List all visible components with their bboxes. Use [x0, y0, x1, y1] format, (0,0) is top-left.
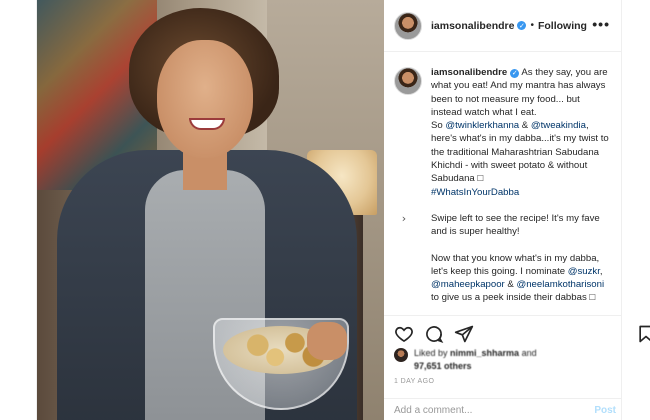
mention-link[interactable]: @neelamkotharisoni — [516, 279, 604, 290]
header-username[interactable]: iamsonalibendre — [431, 20, 514, 32]
caption-text-segment: & — [519, 120, 531, 132]
caption-text-segment: & — [504, 279, 517, 291]
mention-link[interactable]: @tweakindia — [531, 120, 586, 131]
likes-text: Liked by nimmi_shharma and 97,651 others — [414, 347, 537, 372]
post-date[interactable]: 1 DAY AGO — [394, 378, 434, 385]
caption-text: iamsonalibendre ✓ As they say, you are wh… — [431, 66, 612, 305]
mention-link[interactable]: @suzkr — [568, 266, 600, 277]
liker-avatar[interactable] — [394, 348, 408, 362]
comment-icon[interactable] — [424, 324, 444, 344]
share-icon[interactable] — [454, 324, 474, 344]
likes-prefix: Liked by — [414, 348, 451, 358]
hand — [307, 322, 347, 360]
following-button[interactable]: Following — [538, 20, 587, 32]
post-photo[interactable] — [37, 0, 384, 420]
avatar[interactable] — [394, 11, 422, 40]
verified-badge-icon: ✓ — [517, 21, 527, 30]
caption-text-segment: So — [431, 120, 446, 132]
hashtag-link[interactable]: #WhatsInYourDabba — [431, 187, 519, 198]
bookmark-icon[interactable] — [636, 324, 650, 344]
caption-row: iamsonalibendre ✓ As they say, you are wh… — [394, 66, 612, 305]
post-header: iamsonalibendre ✓ • Following ••• — [384, 0, 622, 52]
separator-dot: • — [530, 20, 534, 31]
post-comment-button[interactable]: Post — [594, 405, 616, 416]
mention-link[interactable]: @twinklerkhanna — [445, 120, 519, 131]
instagram-post: › iamsonalibendre ✓ • Following ••• iams… — [36, 0, 650, 420]
mention-link[interactable]: @maheepkapoor — [431, 279, 505, 290]
verified-badge-icon: ✓ — [510, 69, 520, 79]
face — [157, 40, 253, 158]
caption-username[interactable]: iamsonalibendre — [431, 67, 507, 78]
caption-text-segment: , — [599, 265, 603, 277]
more-options-icon[interactable]: ••• — [592, 16, 610, 32]
header-user-info: iamsonalibendre ✓ • Following — [431, 20, 587, 32]
likes-middle: and — [519, 348, 537, 358]
comment-box: Post — [384, 398, 622, 420]
post-side-panel: iamsonalibendre ✓ • Following ••• iamson… — [384, 0, 650, 420]
caption-avatar[interactable] — [394, 67, 422, 95]
liker-username[interactable]: nimmi_shharma — [450, 348, 519, 358]
comment-input[interactable] — [394, 405, 564, 416]
caption-area[interactable]: iamsonalibendre ✓ As they say, you are wh… — [384, 53, 622, 315]
caption-paragraph: Swipe left to see the recipe! It's my fa… — [431, 212, 600, 238]
likes-count[interactable]: 97,651 others — [414, 361, 472, 371]
heart-icon[interactable] — [394, 324, 414, 344]
likes-summary: Liked by nimmi_shharma and 97,651 others — [394, 347, 614, 372]
caption-text-segment: to give us a peek inside their dabbas □ — [431, 292, 596, 304]
